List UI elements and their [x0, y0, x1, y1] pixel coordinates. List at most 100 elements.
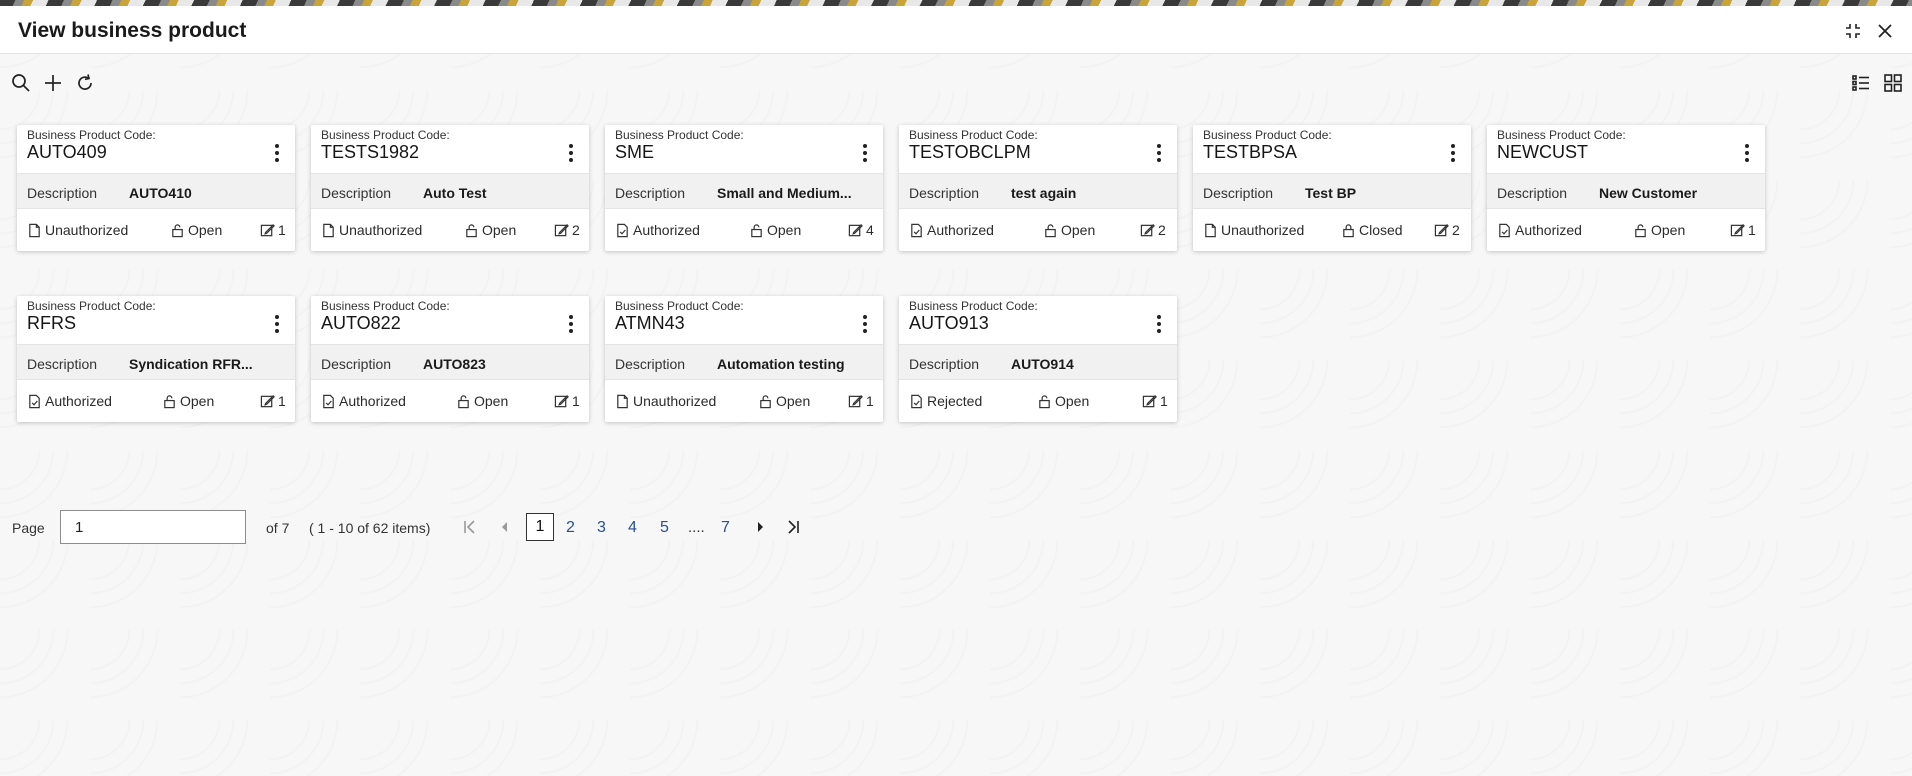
card-header: Business Product Code: AUTO822	[311, 296, 589, 344]
more-options-icon[interactable]	[855, 312, 875, 336]
description-value: test again	[1011, 185, 1077, 201]
record-status: Open	[464, 222, 516, 238]
record-status: Open	[1043, 222, 1095, 238]
more-options-icon[interactable]	[855, 141, 875, 165]
card-description-row: Description Auto Test	[311, 173, 589, 209]
description-label: Description	[1497, 185, 1568, 201]
description-label: Description	[27, 356, 98, 372]
page-button-7[interactable]: 7	[721, 519, 730, 537]
close-icon[interactable]	[1874, 20, 1896, 42]
product-code: TESTS1982	[321, 142, 420, 162]
page-button-5[interactable]: 5	[660, 519, 669, 537]
product-card[interactable]: Business Product Code: NEWCUST Descripti…	[1487, 125, 1765, 251]
auth-status-text: Authorized	[927, 222, 994, 238]
grid-view-icon[interactable]	[1882, 72, 1904, 94]
code-label: Business Product Code:	[321, 128, 450, 142]
more-options-icon[interactable]	[561, 312, 581, 336]
page-number-input[interactable]	[60, 510, 246, 544]
card-footer: Unauthorized Open 1	[17, 209, 295, 251]
description-value: AUTO410	[129, 185, 192, 201]
page-button-4[interactable]: 4	[628, 519, 637, 537]
version-number: 1	[278, 222, 286, 238]
edit-icon	[848, 394, 863, 407]
auth-status-text: Rejected	[927, 393, 983, 409]
card-header: Business Product Code: SME	[605, 125, 883, 173]
code-label: Business Product Code:	[321, 299, 450, 313]
unlock-icon	[458, 394, 469, 408]
pagination: Page of 7 ( 1 - 10 of 62 items) 1 2 3 4 …	[0, 510, 1912, 544]
page-button-3[interactable]: 3	[597, 519, 606, 537]
document-check-icon	[29, 394, 40, 408]
unlock-icon	[164, 394, 175, 408]
record-status: Closed	[1341, 222, 1403, 238]
product-card[interactable]: Business Product Code: TESTBPSA Descript…	[1193, 125, 1471, 251]
more-options-icon[interactable]	[1443, 141, 1463, 165]
more-options-icon[interactable]	[1737, 141, 1757, 165]
refresh-icon[interactable]	[74, 72, 96, 94]
auth-status-text: Unauthorized	[339, 222, 423, 238]
version-number: 2	[572, 222, 580, 238]
card-footer: Authorized Open 4	[605, 209, 883, 251]
code-label: Business Product Code:	[1497, 128, 1626, 142]
version: 1	[260, 222, 286, 238]
card-footer: Authorized Open 1	[311, 380, 589, 422]
record-status-text: Open	[482, 222, 517, 238]
auth-status-text: Unauthorized	[1221, 222, 1305, 238]
unlock-icon	[751, 223, 762, 237]
card-footer: Authorized Open 1	[17, 380, 295, 422]
product-card[interactable]: Business Product Code: SME Description S…	[605, 125, 883, 251]
description-label: Description	[909, 356, 980, 372]
search-icon[interactable]	[10, 72, 32, 94]
product-code: AUTO822	[321, 313, 401, 333]
product-card[interactable]: Business Product Code: TESTS1982 Descrip…	[311, 125, 589, 251]
unlock-icon	[172, 223, 183, 237]
record-status: Open	[162, 393, 214, 409]
edit-icon	[1730, 223, 1745, 236]
page-button-1[interactable]: 1	[526, 513, 554, 541]
items-range-label: ( 1 - 10 of 62 items)	[309, 520, 431, 536]
product-card[interactable]: Business Product Code: AUTO822 Descripti…	[311, 296, 589, 422]
last-page-icon[interactable]	[782, 515, 804, 539]
product-card[interactable]: Business Product Code: ATMN43 Descriptio…	[605, 296, 883, 422]
version: 2	[1140, 222, 1166, 238]
product-card[interactable]: Business Product Code: AUTO913 Descripti…	[899, 296, 1177, 422]
product-code: TESTBPSA	[1203, 142, 1298, 162]
page-button-2[interactable]: 2	[566, 519, 575, 537]
edit-icon	[260, 394, 275, 407]
more-options-icon[interactable]	[1149, 312, 1169, 336]
more-options-icon[interactable]	[1149, 141, 1169, 165]
record-status-text: Open	[180, 393, 215, 409]
list-view-icon[interactable]	[1850, 72, 1872, 94]
product-code: AUTO409	[27, 142, 107, 162]
more-options-icon[interactable]	[267, 141, 287, 165]
window-titlebar: View business product	[0, 6, 1912, 54]
version: 2	[554, 222, 580, 238]
record-status: Open	[456, 393, 508, 409]
version: 1	[1730, 222, 1756, 238]
more-options-icon[interactable]	[267, 312, 287, 336]
card-header: Business Product Code: AUTO913	[899, 296, 1177, 344]
card-header: Business Product Code: NEWCUST	[1487, 125, 1765, 173]
first-page-icon[interactable]	[459, 515, 481, 539]
auth-status: Authorized	[615, 222, 700, 238]
previous-page-icon[interactable]	[494, 515, 516, 539]
card-footer: Unauthorized Open 2	[311, 209, 589, 251]
next-page-icon[interactable]	[749, 515, 771, 539]
record-status-text: Open	[1061, 222, 1096, 238]
product-card[interactable]: Business Product Code: AUTO409 Descripti…	[17, 125, 295, 251]
auth-status-text: Authorized	[45, 393, 112, 409]
add-icon[interactable]	[42, 72, 64, 94]
total-pages-label: of 7	[266, 520, 290, 536]
code-label: Business Product Code:	[27, 299, 156, 313]
minimize-icon[interactable]	[1842, 20, 1864, 42]
version-number: 2	[1158, 222, 1166, 238]
card-footer: Unauthorized Closed 2	[1193, 209, 1471, 251]
document-icon	[617, 394, 628, 408]
version-number: 1	[1160, 393, 1168, 409]
description-value: Test BP	[1305, 185, 1357, 201]
product-card[interactable]: Business Product Code: TESTOBCLPM Descri…	[899, 125, 1177, 251]
auth-status-text: Authorized	[339, 393, 406, 409]
product-card[interactable]: Business Product Code: RFRS Description …	[17, 296, 295, 422]
more-options-icon[interactable]	[561, 141, 581, 165]
card-description-row: Description AUTO823	[311, 344, 589, 380]
